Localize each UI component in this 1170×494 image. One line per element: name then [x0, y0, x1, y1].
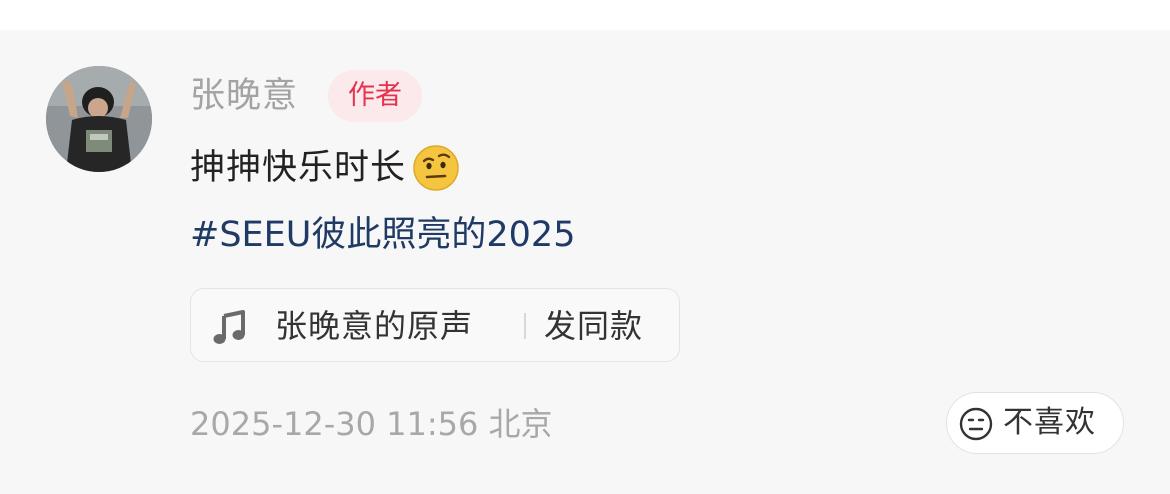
raised-eyebrow-emoji-icon — [413, 145, 459, 191]
author-name[interactable]: 张晚意 — [190, 74, 298, 118]
author-badge: 作者 — [328, 70, 422, 122]
timestamp: 2025-12-30 11:56 — [190, 405, 479, 443]
comment-card: 张晚意 作者 抻抻快乐时长 #SEEU彼此照亮的2025 张晚意的原声 发同款 … — [0, 30, 1170, 494]
sound-name: 张晚意的原声 — [275, 307, 474, 345]
hashtag-link[interactable]: #SEEU彼此照亮的2025 — [190, 212, 575, 258]
music-note-icon — [213, 310, 245, 344]
avatar-photo — [46, 66, 152, 172]
location: 北京 — [488, 405, 553, 443]
comment-text: 抻抻快乐时长 — [190, 148, 407, 188]
sound-divider — [524, 313, 526, 339]
neutral-face-icon — [959, 407, 993, 441]
avatar[interactable] — [46, 66, 152, 172]
top-strip — [0, 0, 1170, 30]
comment-meta: 2025-12-30 11:56 北京 — [190, 402, 553, 446]
original-sound-card[interactable]: 张晚意的原声 发同款 — [190, 288, 680, 362]
comment-text-row: 抻抻快乐时长 — [190, 144, 460, 192]
use-sound-button[interactable]: 发同款 — [544, 304, 643, 348]
dislike-button[interactable]: 不喜欢 — [946, 392, 1124, 454]
dislike-label: 不喜欢 — [1003, 405, 1096, 440]
